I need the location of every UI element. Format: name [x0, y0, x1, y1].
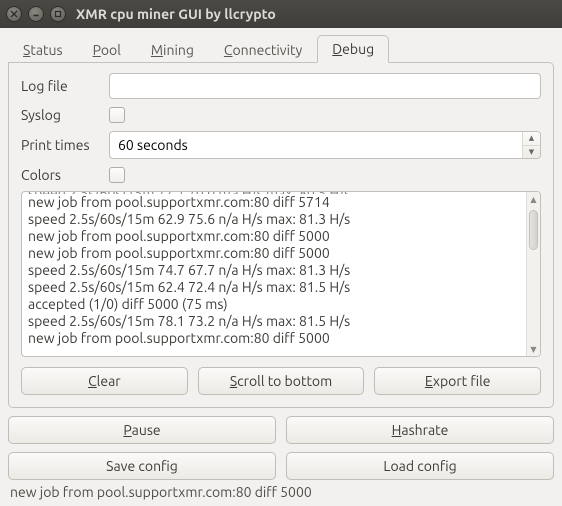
- log-line: new job from pool.supportxmr.com:80 diff…: [28, 245, 520, 262]
- tab-pool[interactable]: Pool: [78, 36, 136, 63]
- window-minimize-button[interactable]: [28, 6, 44, 22]
- logfile-input[interactable]: [109, 73, 541, 99]
- printtimes-label: Print times: [21, 137, 109, 153]
- log-output: speed 2.5s/60s/15m 77.1 70.0 n/a H/s max…: [21, 191, 541, 357]
- log-line: speed 2.5s/60s/15m 78.1 73.2 n/a H/s max…: [28, 313, 520, 330]
- colors-label: Colors: [21, 167, 109, 183]
- tab-label: ebug: [342, 41, 374, 57]
- scroll-to-bottom-button[interactable]: Scroll to bottom: [198, 367, 365, 395]
- tab-debug[interactable]: Debug: [317, 35, 389, 63]
- tab-label: onnectivity: [232, 42, 302, 58]
- window-maximize-button[interactable]: [50, 6, 66, 22]
- clear-button[interactable]: Clear: [21, 367, 188, 395]
- window-close-button[interactable]: [6, 6, 22, 22]
- tab-label: ool: [101, 42, 121, 58]
- scroll-up-icon[interactable]: ▲: [527, 192, 540, 206]
- tab-bar: Status Pool Mining Connectivity Debug: [8, 34, 554, 62]
- syslog-checkbox[interactable]: [109, 107, 125, 123]
- mnemonic: M: [151, 42, 163, 58]
- printtimes-input[interactable]: [110, 132, 522, 158]
- mnemonic: D: [332, 41, 342, 57]
- mnemonic: P: [93, 42, 101, 58]
- export-file-button[interactable]: Export file: [374, 367, 541, 395]
- log-scrollbar[interactable]: ▲ ▼: [526, 192, 540, 356]
- tab-label: ining: [163, 42, 194, 58]
- hashrate-button[interactable]: Hashrate: [286, 416, 554, 444]
- log-line: speed 2.5s/60s/15m 77.1 70.0 n/a H/s max…: [28, 192, 520, 194]
- log-line: new job from pool.supportxmr.com:80 diff…: [28, 228, 520, 245]
- log-line: new job from pool.supportxmr.com:80 diff…: [28, 194, 520, 211]
- scroll-down-icon[interactable]: ▼: [527, 342, 540, 356]
- tab-panel-debug: Log file Syslog Print times ▲ ▼ Colors s…: [8, 62, 554, 408]
- spin-buttons: ▲ ▼: [522, 132, 540, 158]
- save-config-button[interactable]: Save config: [8, 452, 276, 480]
- window-title: XMR cpu miner GUI by llcrypto: [76, 6, 276, 22]
- pause-button[interactable]: Pause: [8, 416, 276, 444]
- spin-down-icon[interactable]: ▼: [523, 146, 540, 159]
- tab-label: tatus: [30, 42, 62, 58]
- log-line: speed 2.5s/60s/15m 74.7 67.7 n/a H/s max…: [28, 262, 520, 279]
- scroll-thumb[interactable]: [529, 210, 538, 250]
- printtimes-spinbox[interactable]: ▲ ▼: [109, 131, 541, 159]
- tab-mining[interactable]: Mining: [136, 36, 209, 63]
- log-line: new job from pool.supportxmr.com:80 diff…: [28, 330, 520, 347]
- status-bar: new job from pool.supportxmr.com:80 diff…: [8, 480, 554, 502]
- colors-checkbox[interactable]: [109, 167, 125, 183]
- tab-connectivity[interactable]: Connectivity: [209, 36, 317, 63]
- log-line: speed 2.5s/60s/15m 62.4 72.4 n/a H/s max…: [28, 279, 520, 296]
- titlebar: XMR cpu miner GUI by llcrypto: [0, 0, 562, 28]
- tab-status[interactable]: Status: [8, 36, 78, 63]
- spin-up-icon[interactable]: ▲: [523, 132, 540, 146]
- log-text[interactable]: speed 2.5s/60s/15m 77.1 70.0 n/a H/s max…: [22, 192, 526, 356]
- logfile-label: Log file: [21, 78, 109, 94]
- syslog-label: Syslog: [21, 107, 109, 123]
- log-line: speed 2.5s/60s/15m 62.9 75.6 n/a H/s max…: [28, 211, 520, 228]
- load-config-button[interactable]: Load config: [286, 452, 554, 480]
- window-controls: [6, 6, 66, 22]
- log-line: accepted (1/0) diff 5000 (75 ms): [28, 296, 520, 313]
